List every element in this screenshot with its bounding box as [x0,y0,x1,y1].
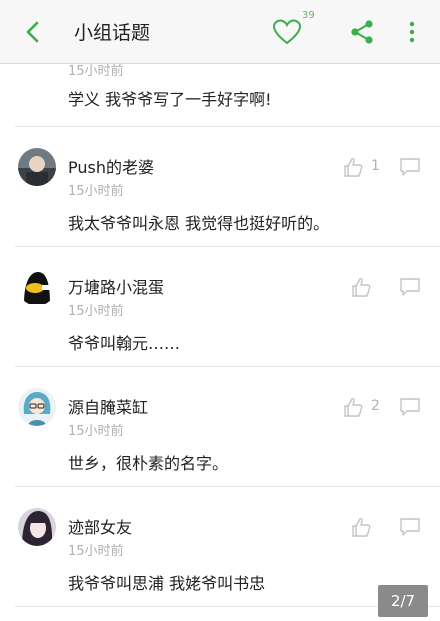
reply-bubble-icon[interactable] [399,517,421,537]
comment-time: 15小时前 [68,304,124,319]
comment-content: 学义 我爷爷写了一手好字啊! [68,90,272,109]
like-count: 2 [371,398,380,414]
heart-icon[interactable] [272,18,302,46]
comment-time: 15小时前 [68,64,124,79]
more-vertical-icon[interactable] [402,19,422,45]
comment-content: 我爷爷叫思浦 我姥爷叫书忠 [68,574,266,593]
thumbs-up-icon[interactable] [350,516,372,538]
username[interactable]: Push的老婆 [68,154,154,178]
divider [15,246,440,247]
avatar[interactable] [18,388,56,426]
divider [15,126,440,127]
avatar[interactable] [18,508,56,546]
divider [15,366,440,367]
page-indicator: 2/7 [378,585,428,617]
reply-bubble-icon[interactable] [399,277,421,297]
share-icon[interactable] [347,17,377,47]
avatar[interactable] [18,268,56,306]
divider [15,606,440,607]
divider [15,486,440,487]
back-arrow-icon[interactable] [18,16,48,48]
partial-comment: 15小时前 学义 我爷爷写了一手好字啊! [0,64,440,124]
comment-content: 我太爷爷叫永恩 我觉得也挺好听的。 [68,214,330,233]
username[interactable]: 迹部女友 [68,514,132,538]
avatar[interactable] [18,148,56,186]
comment-time: 15小时前 [68,424,124,439]
thumbs-up-icon[interactable] [350,276,372,298]
comment-time: 15小时前 [68,544,124,559]
favorite-count: 39 [302,10,315,21]
username[interactable]: 万塘路小混蛋 [68,274,164,298]
like-count: 1 [371,158,380,174]
username[interactable]: 源自腌菜缸 [68,394,148,418]
comment-content: 世乡，很朴素的名字。 [68,454,229,473]
reply-bubble-icon[interactable] [399,397,421,417]
page-title: 小组话题 [74,22,151,44]
comment-item: 迹部女友 15小时前 我爷爷叫思浦 我姥爷叫书忠 [0,486,440,606]
comment-item: 万塘路小混蛋 15小时前 爷爷叫翰元…… [0,246,440,366]
comment-item: Push的老婆 15小时前 我太爷爷叫永恩 我觉得也挺好听的。 1 [0,126,440,246]
comment-time: 15小时前 [68,184,124,199]
top-bar: 小组话题 39 [0,0,440,64]
comment-content: 爷爷叫翰元…… [68,334,181,353]
comment-item [0,606,440,621]
thumbs-up-icon[interactable] [342,156,364,178]
reply-bubble-icon[interactable] [399,157,421,177]
thumbs-up-icon[interactable] [342,396,364,418]
comment-item: 源自腌菜缸 15小时前 世乡，很朴素的名字。 2 [0,366,440,486]
